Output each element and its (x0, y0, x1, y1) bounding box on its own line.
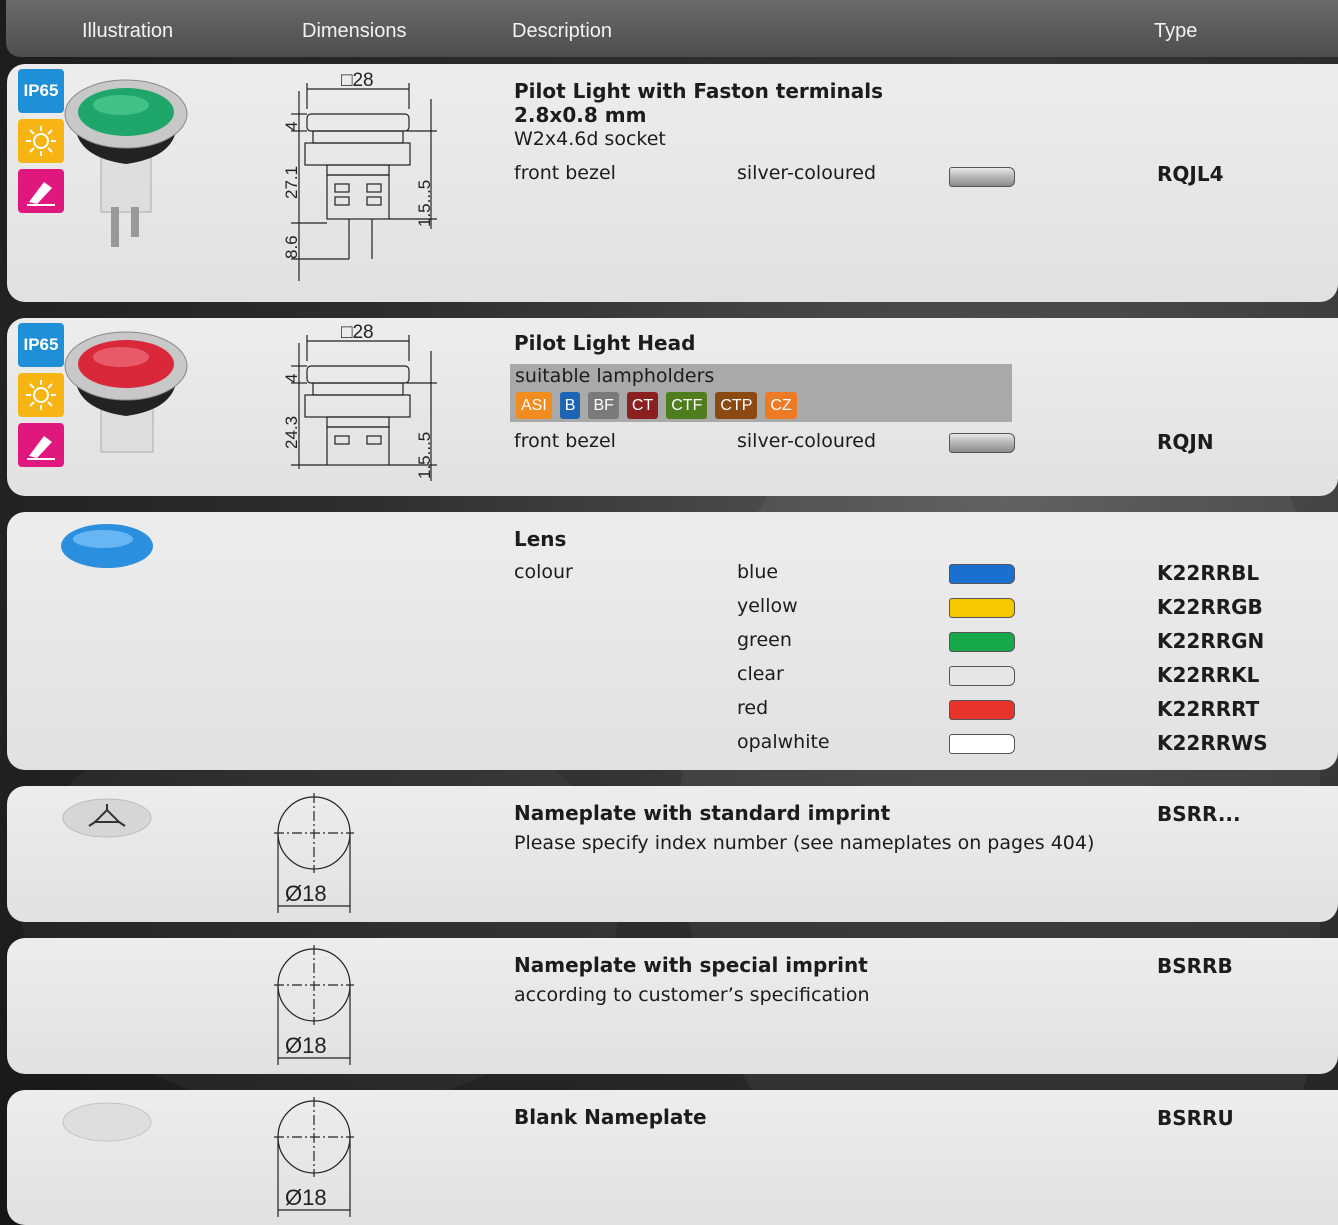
pen-icon (18, 423, 64, 467)
lens-colour-name: blue (737, 561, 779, 583)
lens-colour-name: green (737, 629, 792, 651)
dimension-label: 4 (282, 122, 301, 131)
dimension-label: 24.3 (282, 416, 301, 449)
product-title: Nameplate with special imprint (514, 953, 868, 977)
lens-colour-name: red (737, 697, 769, 719)
product-title: Blank Nameplate (514, 1105, 707, 1129)
product-title: Nameplate with standard imprint (514, 801, 891, 825)
product-row-lens: Lens colour blue K22RRBL yellow K22RRGB gree… (7, 512, 1338, 770)
dimension-label: □28 (341, 70, 374, 91)
lampholder-badge: BF (588, 392, 619, 419)
type-code: K22RRKL (1157, 663, 1260, 687)
type-code: K22RRBL (1157, 561, 1260, 585)
type-code: BSRR... (1157, 802, 1241, 826)
type-code: K22RRGN (1157, 629, 1265, 653)
lampholder-badges: ASI B BF CT CTF CTP CZ (516, 392, 805, 419)
nameplate-dimension-drawing: Ø18 (274, 793, 354, 913)
nameplate-dimension-drawing: Ø18 (274, 945, 354, 1065)
colour-swatch-silver (949, 167, 1015, 187)
header-type: Type (1154, 20, 1198, 42)
dimension-label: 1.5...5 (415, 180, 434, 227)
lens-colour-name: opalwhite (737, 731, 830, 753)
product-subtitle: W2x4.6d socket (514, 128, 666, 150)
dimension-label: 4 (282, 374, 301, 383)
lampholder-badge: CT (626, 392, 659, 419)
sun-icon (18, 373, 64, 417)
type-code: K22RRRT (1157, 697, 1260, 721)
dimension-label: Ø18 (285, 881, 327, 906)
type-code: RQJL4 (1157, 162, 1224, 186)
attribute-label: front bezel (514, 430, 616, 452)
attribute-label: front bezel (514, 162, 616, 184)
ip65-badge: IP65 (18, 69, 64, 113)
product-row-rqjl4: IP65 □28 4 27.1 8.6 1.5...5 Pilot Light … (7, 64, 1338, 302)
blank-nameplate-photo (62, 1102, 152, 1142)
header-illustration: Illustration (82, 20, 174, 42)
dimension-drawing-rqjl4: □28 4 27.1 8.6 1.5...5 (282, 70, 437, 281)
attribute-value: silver-coloured (737, 162, 877, 184)
dimension-label: 8.6 (282, 235, 301, 259)
type-code: K22RRGB (1157, 595, 1263, 619)
nameplate-imprint-photo (62, 798, 152, 838)
product-title: Lens (514, 527, 567, 551)
dimension-label: 1.5...5 (415, 432, 434, 479)
product-title: Pilot Light with Faston terminals (514, 79, 883, 103)
sun-icon (18, 119, 64, 163)
colour-swatch-green (949, 632, 1015, 652)
dimension-label: □28 (341, 322, 374, 343)
product-title-line2: 2.8x0.8 mm (514, 103, 647, 127)
lampholder-badge: CTF (666, 392, 708, 419)
attribute-value: silver-coloured (737, 430, 877, 452)
product-row-nameplate-special: Ø18 Nameplate with special imprint accor… (7, 938, 1338, 1074)
attribute-label: colour (514, 561, 573, 583)
product-row-rqjn: IP65 □28 4 24.3 1.5...5 Pilot Light Head… (7, 318, 1338, 496)
nameplate-dimension-drawing: Ø18 (274, 1097, 354, 1217)
lampholders-label: suitable lampholders (515, 365, 715, 387)
type-code: RQJN (1157, 430, 1214, 454)
pen-icon (18, 169, 64, 213)
lampholder-badge: CTP (715, 392, 758, 419)
colour-swatch-clear (949, 666, 1015, 686)
pilot-light-red-photo (64, 331, 188, 453)
header-dimensions: Dimensions (302, 20, 407, 42)
colour-swatch-opalwhite (949, 734, 1015, 754)
lampholder-badge: ASI (516, 392, 552, 419)
product-row-nameplate-standard: Ø18 Nameplate with standard imprint Plea… (7, 786, 1338, 922)
colour-swatch-yellow (949, 598, 1015, 618)
product-description: according to customer’s specification (514, 984, 870, 1006)
product-title: Pilot Light Head (514, 331, 696, 355)
type-code: K22RRWS (1157, 731, 1268, 755)
dimension-label: Ø18 (285, 1185, 327, 1210)
dimension-label: Ø18 (285, 1033, 327, 1058)
product-row-nameplate-blank: Ø18 Blank Nameplate BSRRU (7, 1090, 1338, 1225)
table-header: Illustration Dimensions Description Type (6, 0, 1338, 57)
lens-colour-name: clear (737, 663, 784, 685)
lampholder-badge: CZ (765, 392, 797, 419)
lens-photo (61, 524, 153, 568)
dimension-drawing-rqjn: □28 4 24.3 1.5...5 (282, 322, 437, 481)
product-description: Please specify index number (see namepla… (514, 832, 1095, 854)
header-description: Description (512, 20, 613, 42)
colour-swatch-silver (949, 433, 1015, 453)
type-code: BSRRB (1157, 954, 1233, 978)
colour-swatch-blue (949, 564, 1015, 584)
lampholders-box: suitable lampholders ASI B BF CT CTF CTP CZ (510, 364, 1012, 422)
dimension-label: 27.1 (282, 166, 301, 199)
lens-colour-name: yellow (737, 595, 798, 617)
colour-swatch-red (949, 700, 1015, 720)
pilot-light-green-photo (64, 79, 188, 247)
lampholder-badge: B (559, 392, 581, 419)
ip65-badge: IP65 (18, 323, 64, 367)
type-code: BSRRU (1157, 1106, 1234, 1130)
